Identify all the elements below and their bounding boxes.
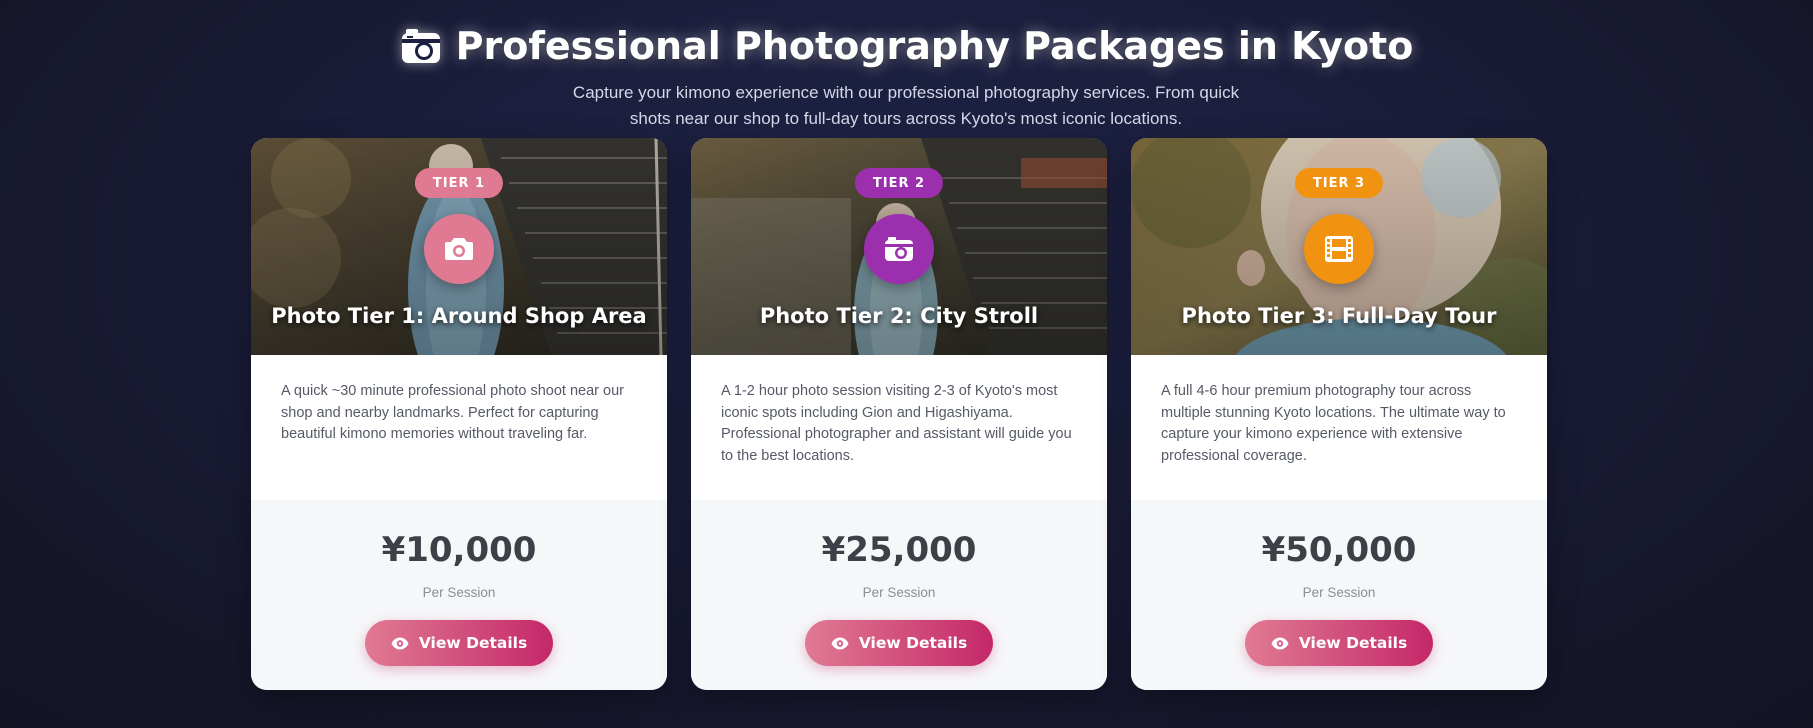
tier-badge: TIER 2 (854, 168, 944, 198)
view-details-button[interactable]: View Details (805, 620, 993, 666)
eye-icon (391, 637, 409, 649)
package-card-tier-1: TIER 1 Photo Tier 1: Around Shop Area A … (251, 138, 667, 690)
tier-icon-circle (1304, 214, 1374, 284)
card-title: Photo Tier 1: Around Shop Area (271, 304, 647, 328)
card-hero: TIER 3 Photo Tier 3: Full-Day Tour (1131, 138, 1547, 355)
view-details-label: View Details (858, 634, 968, 652)
view-details-button[interactable]: View Details (365, 620, 553, 666)
card-hero: TIER 1 Photo Tier 1: Around Shop Area (251, 138, 667, 355)
camera-retro-icon (401, 29, 440, 63)
card-pricing: ¥50,000 Per Session View Details (1131, 500, 1547, 690)
tier-badge: TIER 1 (414, 168, 504, 198)
film-icon (1325, 236, 1353, 262)
package-card-tier-3: TIER 3 Photo Tier 3: Full-Day Tour A ful… (1131, 138, 1547, 690)
package-card-tier-2: TIER 2 Photo Tier 2: City Stroll A 1-2 h… (691, 138, 1107, 690)
page-title: Professional Photography Packages in Kyo… (0, 24, 1813, 68)
card-title: Photo Tier 2: City Stroll (759, 304, 1039, 328)
eye-icon (831, 637, 849, 649)
camera-retro-icon (885, 237, 913, 261)
price: ¥50,000 (1261, 530, 1417, 570)
card-title: Photo Tier 3: Full-Day Tour (1181, 304, 1497, 328)
view-details-label: View Details (1298, 634, 1408, 652)
view-details-label: View Details (418, 634, 528, 652)
page-subtitle: Capture your kimono experience with our … (572, 83, 1240, 128)
card-description: A 1-2 hour photo session visiting 2-3 of… (721, 383, 1072, 464)
price-unit: Per Session (1302, 585, 1376, 600)
price-unit: Per Session (422, 585, 496, 600)
card-pricing: ¥25,000 Per Session View Details (691, 500, 1107, 690)
card-hero: TIER 2 Photo Tier 2: City Stroll (691, 138, 1107, 355)
card-pricing: ¥10,000 Per Session View Details (251, 500, 667, 690)
price: ¥10,000 (381, 530, 537, 570)
page-title-text: Professional Photography Packages in Kyo… (455, 24, 1414, 68)
tier-badge: TIER 3 (1294, 168, 1384, 198)
camera-icon (445, 238, 473, 260)
eye-icon (1271, 637, 1289, 649)
card-description: A quick ~30 minute professional photo sh… (281, 383, 624, 442)
tier-icon-circle (424, 214, 494, 284)
price: ¥25,000 (821, 530, 977, 570)
tier-icon-circle (864, 214, 934, 284)
card-description: A full 4-6 hour premium photography tour… (1161, 383, 1506, 464)
view-details-button[interactable]: View Details (1245, 620, 1433, 666)
price-unit: Per Session (862, 585, 936, 600)
